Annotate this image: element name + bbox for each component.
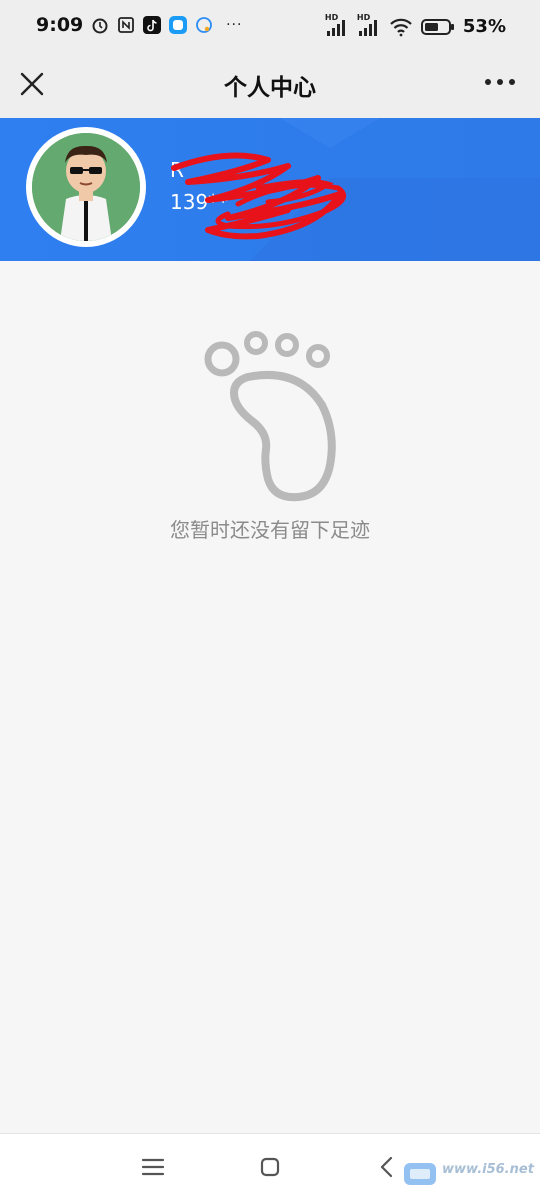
empty-message: 您暂时还没有留下足迹: [170, 518, 370, 542]
more-options-button[interactable]: [482, 70, 518, 94]
signal-2-icon: HD: [357, 13, 381, 37]
avatar[interactable]: [26, 127, 146, 247]
avatar-illustration: [32, 133, 140, 241]
battery-percent: 53%: [462, 16, 506, 37]
system-nav-bar: www.i56.net: [0, 1133, 540, 1200]
alarm-icon: [91, 16, 109, 34]
footprint-icon: [204, 331, 336, 502]
status-bar: 9:09 ··· HD HD 53%: [0, 0, 540, 60]
status-left: 9:09 ···: [36, 14, 247, 36]
battery-icon: [420, 18, 455, 36]
watermark: www.i56.net: [402, 1160, 534, 1190]
menu-button[interactable]: [138, 1152, 168, 1182]
signal-1-icon: HD: [325, 13, 349, 37]
more-icon: [485, 79, 515, 85]
nfc-icon: [117, 16, 135, 34]
back-icon: [380, 1156, 393, 1178]
wifi-icon: [389, 17, 413, 37]
avatar-image: [32, 133, 140, 241]
home-icon: [260, 1157, 280, 1177]
watermark-text: www.i56.net: [442, 1162, 534, 1177]
redaction-scribble: [171, 152, 347, 240]
more-notifications-icon: ···: [226, 17, 243, 33]
tiktok-icon: [143, 16, 162, 34]
app-icon: [169, 16, 188, 34]
page-title: 个人中心: [224, 75, 316, 101]
menu-icon: [141, 1158, 165, 1176]
status-time: 9:09: [36, 14, 84, 36]
status-right: HD HD 53%: [325, 13, 506, 38]
chat-icon: [195, 16, 213, 34]
back-button[interactable]: [372, 1152, 402, 1182]
home-button[interactable]: [255, 1152, 285, 1182]
empty-state: [0, 325, 540, 505]
title-bar: 个人中心: [0, 60, 540, 118]
